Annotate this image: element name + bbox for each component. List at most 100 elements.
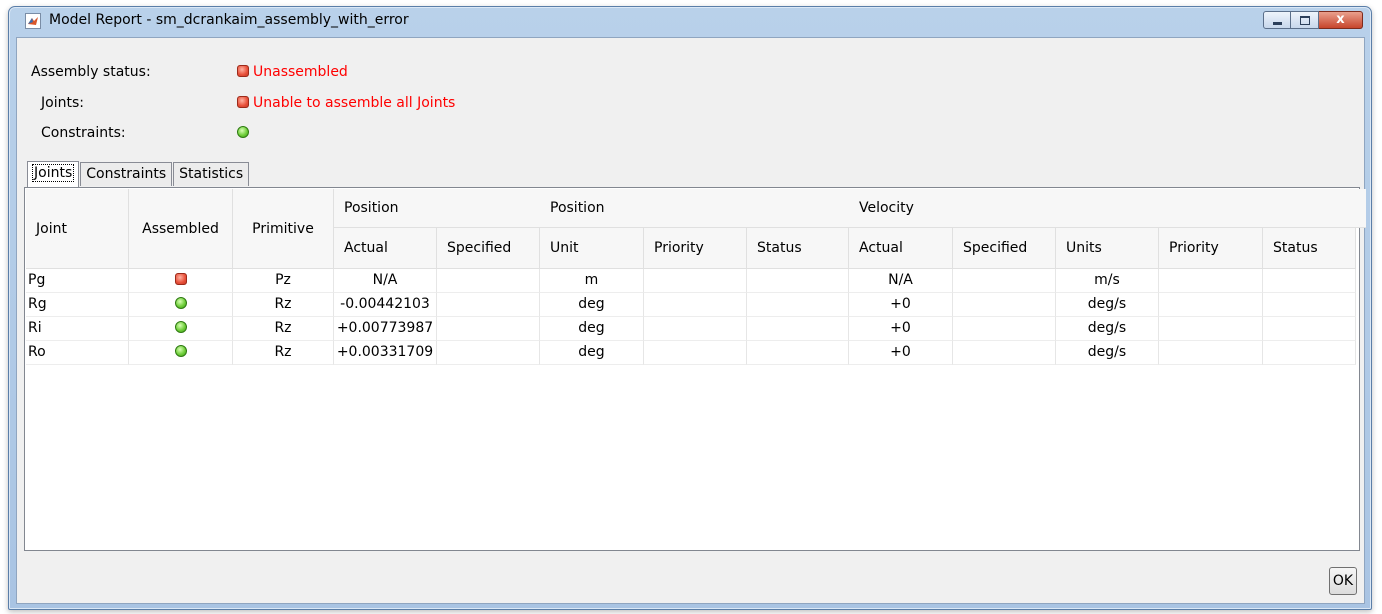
cell-velocity-specified	[953, 269, 1056, 293]
cell-position-specified	[437, 341, 540, 365]
column-header-velocity-specified[interactable]: Specified	[953, 228, 1056, 269]
cell-primitive: Rz	[233, 341, 334, 365]
green-status-icon	[174, 345, 187, 357]
cell-joint: Ro	[26, 341, 129, 365]
column-header-position-status[interactable]: Status	[747, 228, 849, 269]
assembly-status-value: Unassembled	[237, 64, 348, 80]
joints-status-value: Unable to assemble all Joints	[237, 95, 455, 111]
cell-velocity-actual: +0	[849, 293, 953, 317]
cell-velocity-specified	[953, 317, 1056, 341]
cell-position-status	[747, 293, 849, 317]
column-header-position-unit[interactable]: Unit	[540, 228, 644, 269]
cell-position-priority	[644, 293, 747, 317]
cell-position-actual: +0.00331709	[334, 341, 437, 365]
cell-velocity-priority	[1159, 293, 1263, 317]
green-status-icon	[174, 297, 187, 309]
assembly-status-label: Assembly status:	[31, 64, 151, 80]
cell-velocity-actual: +0	[849, 341, 953, 365]
tab-joints[interactable]: Joints	[27, 161, 80, 187]
cell-primitive: Rz	[233, 293, 334, 317]
tab-constraints-label: Constraints	[86, 166, 167, 182]
cell-joint: Pg	[26, 269, 129, 293]
column-header-velocity-priority[interactable]: Priority	[1159, 228, 1263, 269]
column-header-assembled[interactable]: Assembled	[129, 189, 233, 269]
column-header-velocity-status[interactable]: Status	[1263, 228, 1356, 269]
group-header-position-2: Position	[540, 189, 849, 228]
tab-joints-label: Joints	[31, 164, 75, 182]
cell-assembled	[129, 317, 233, 341]
title-bar[interactable]: Model Report - sm_dcrankaim_assembly_wit…	[9, 7, 1371, 33]
cell-velocity-priority	[1159, 341, 1263, 365]
cell-assembled	[129, 341, 233, 365]
column-header-velocity-actual[interactable]: Actual	[849, 228, 953, 269]
cell-position-priority	[644, 341, 747, 365]
cell-position-priority	[644, 317, 747, 341]
cell-velocity-units: m/s	[1056, 269, 1159, 293]
column-header-position-priority[interactable]: Priority	[644, 228, 747, 269]
cell-position-status	[747, 341, 849, 365]
close-button[interactable]: x	[1319, 11, 1363, 29]
close-icon: x	[1336, 12, 1345, 27]
assembly-status-panel: Assembly status: Unassembled Joints: Una…	[17, 38, 1364, 152]
column-header-joint[interactable]: Joint	[26, 189, 129, 269]
cell-position-unit: m	[540, 269, 644, 293]
joints-status-label: Joints:	[41, 95, 84, 111]
cell-velocity-status	[1263, 293, 1356, 317]
column-header-position-actual[interactable]: Actual	[334, 228, 437, 269]
cell-position-priority	[644, 269, 747, 293]
column-header-position-specified[interactable]: Specified	[437, 228, 540, 269]
joints-table-panel: Joint Assembled Primitive Position Posit…	[24, 187, 1366, 551]
column-header-velocity-units[interactable]: Units	[1056, 228, 1159, 269]
cell-velocity-specified	[953, 341, 1056, 365]
cell-velocity-priority	[1159, 269, 1263, 293]
cell-assembled	[129, 293, 233, 317]
cell-position-actual: +0.00773987	[334, 317, 437, 341]
constraints-status-label: Constraints:	[41, 125, 126, 141]
report-tabs: Joints Constraints Statistics	[27, 161, 250, 187]
cell-velocity-status	[1263, 317, 1356, 341]
cell-primitive: Pz	[233, 269, 334, 293]
cell-position-unit: deg	[540, 317, 644, 341]
cell-position-unit: deg	[540, 341, 644, 365]
cell-position-actual: N/A	[334, 269, 437, 293]
assembly-status-text: Unassembled	[253, 64, 348, 80]
minimize-button[interactable]	[1263, 11, 1291, 29]
group-header-velocity: Velocity	[849, 189, 1366, 228]
column-header-primitive[interactable]: Primitive	[233, 189, 334, 269]
dialog-client-area: Assembly status: Unassembled Joints: Una…	[16, 37, 1366, 604]
cell-position-unit: deg	[540, 293, 644, 317]
tab-statistics[interactable]: Statistics	[173, 162, 250, 186]
cell-position-status	[747, 317, 849, 341]
window-controls: x	[1263, 11, 1363, 29]
cell-joint: Rg	[26, 293, 129, 317]
cell-position-specified	[437, 269, 540, 293]
maximize-button[interactable]	[1291, 11, 1319, 29]
model-report-window: Model Report - sm_dcrankaim_assembly_wit…	[8, 6, 1372, 610]
matlab-icon	[25, 13, 41, 29]
cell-velocity-units: deg/s	[1056, 341, 1159, 365]
group-header-position-1: Position	[334, 189, 540, 228]
red-status-icon	[237, 65, 249, 77]
cell-velocity-priority	[1159, 317, 1263, 341]
cell-position-actual: -0.00442103	[334, 293, 437, 317]
cell-position-specified	[437, 317, 540, 341]
cell-velocity-units: deg/s	[1056, 293, 1159, 317]
cell-velocity-specified	[953, 293, 1056, 317]
tab-constraints[interactable]: Constraints	[80, 162, 173, 186]
cell-velocity-units: deg/s	[1056, 317, 1159, 341]
red-status-icon	[174, 273, 187, 285]
red-status-icon	[237, 96, 249, 108]
joints-status-text: Unable to assemble all Joints	[253, 95, 456, 111]
ok-button[interactable]: OK	[1329, 567, 1357, 595]
cell-primitive: Rz	[233, 317, 334, 341]
tab-statistics-label: Statistics	[179, 166, 244, 182]
cell-position-specified	[437, 293, 540, 317]
green-status-icon	[174, 321, 187, 333]
cell-assembled	[129, 269, 233, 293]
cell-velocity-status	[1263, 269, 1356, 293]
window-title: Model Report - sm_dcrankaim_assembly_wit…	[49, 12, 409, 28]
cell-position-status	[747, 269, 849, 293]
cell-velocity-actual: +0	[849, 317, 953, 341]
cell-velocity-actual: N/A	[849, 269, 953, 293]
joints-table[interactable]: Joint Assembled Primitive Position Posit…	[26, 189, 1366, 551]
